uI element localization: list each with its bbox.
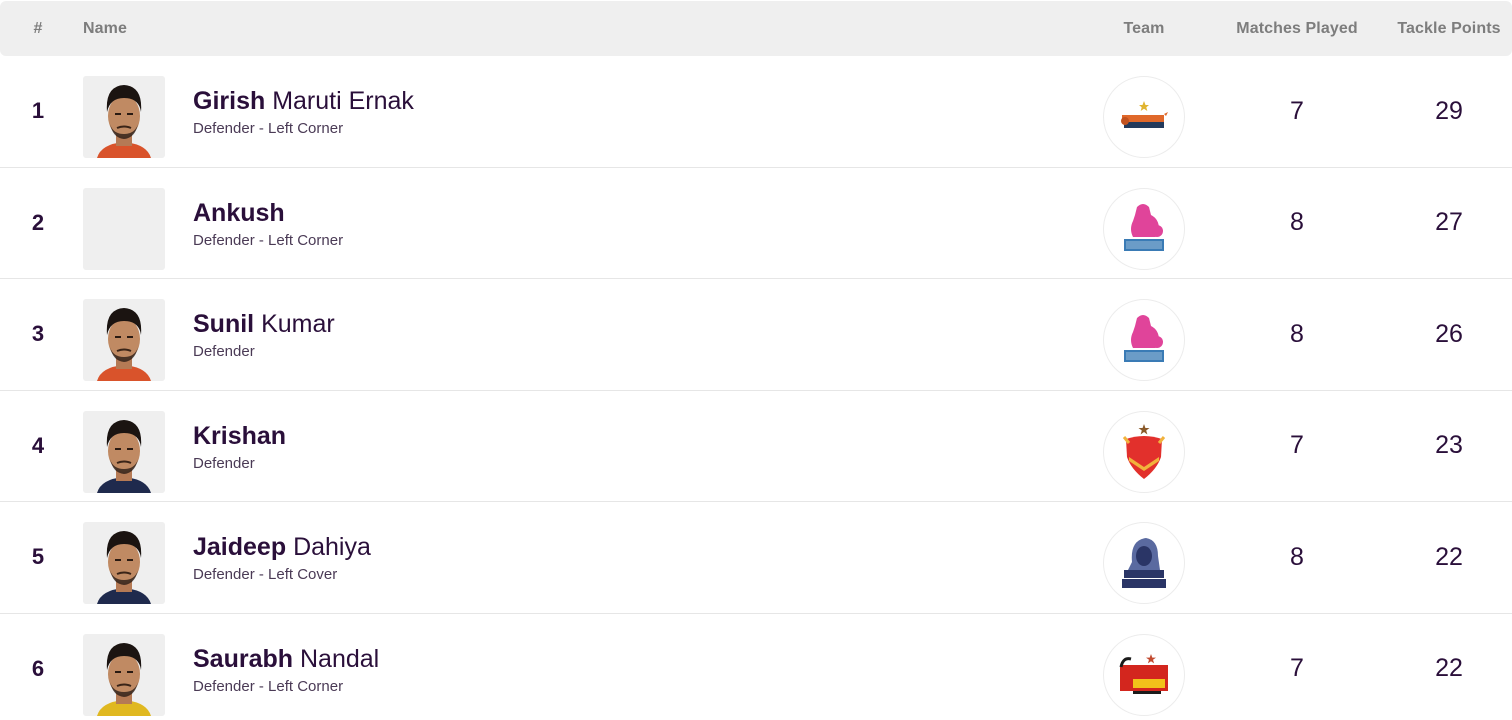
player-rank: 6 <box>31 655 45 681</box>
player-photo[interactable] <box>83 522 165 604</box>
team-logo[interactable] <box>1103 522 1185 604</box>
player-info: Saurabh Nandal Defender - Left Corner <box>193 644 379 695</box>
tackle-points-leaderboard: # Name Team Matches Played Tackle Points… <box>0 1 1512 720</box>
player-first-name: Girish <box>193 87 266 115</box>
player-last-name: Maruti Ernak <box>272 87 414 115</box>
player-avatar-icon <box>97 85 151 158</box>
tackle-points-value: 29 <box>1435 96 1463 125</box>
player-avatar-icon <box>97 642 151 716</box>
jaipur-pink-panthers-icon <box>1124 315 1164 362</box>
player-photo[interactable] <box>83 76 165 158</box>
player-info: Ankush Defender - Left Corner <box>193 198 343 249</box>
player-first-name: Sunil <box>193 310 255 338</box>
player-photo[interactable] <box>83 187 165 270</box>
player-name[interactable]: Sunil Kumar <box>193 309 335 339</box>
team-logo[interactable] <box>1103 299 1185 381</box>
matches-played-value: 7 <box>1290 431 1304 460</box>
tackle-points-value: 22 <box>1435 542 1463 571</box>
table-row[interactable]: 1 Girish Maruti Ernak Defender - Left Co… <box>0 56 1512 168</box>
player-last-name: Kumar <box>261 310 335 338</box>
header-name[interactable]: Name <box>83 1 127 56</box>
player-last-name: Dahiya <box>293 533 371 561</box>
table-header: # Name Team Matches Played Tackle Points <box>0 1 1512 56</box>
table-row[interactable]: 3 Sunil Kumar Defender 8 26 <box>0 279 1512 391</box>
player-rank: 3 <box>31 321 45 347</box>
player-rank: 4 <box>31 432 45 458</box>
team-logo[interactable] <box>1103 633 1185 716</box>
header-rank[interactable]: # <box>30 1 46 56</box>
player-avatar-icon <box>97 308 151 381</box>
player-photo[interactable] <box>83 633 165 716</box>
player-rank: 2 <box>31 209 45 235</box>
tackle-points-value: 26 <box>1435 319 1463 348</box>
jaipur-pink-panthers-icon <box>1124 203 1164 251</box>
team-logo[interactable] <box>1103 410 1185 493</box>
table-row[interactable]: 4 Krishan Defender 7 23 <box>0 391 1512 502</box>
player-first-name: Jaideep <box>193 533 287 561</box>
matches-played-value: 8 <box>1290 319 1304 348</box>
table-body: 1 Girish Maruti Ernak Defender - Left Co… <box>0 56 1512 720</box>
matches-played-value: 8 <box>1290 208 1304 237</box>
player-name[interactable]: Jaideep Dahiya <box>193 532 371 562</box>
player-info: Krishan Defender <box>193 421 286 472</box>
table-row[interactable]: 2 Ankush Defender - Left Corner 8 27 <box>0 168 1512 279</box>
player-photo[interactable] <box>83 410 165 493</box>
team-logo[interactable] <box>1103 187 1185 270</box>
haryana-steelers-icon <box>1122 538 1166 588</box>
table-row[interactable]: 6 Saurabh Nandal Defender - Left Corner … <box>0 614 1512 720</box>
player-info: Jaideep Dahiya Defender - Left Cover <box>193 532 371 583</box>
player-rank: 5 <box>31 544 45 570</box>
dabang-delhi-icon <box>1122 423 1166 479</box>
player-avatar-icon <box>97 419 151 493</box>
player-last-name: Nandal <box>299 644 380 673</box>
player-info: Sunil Kumar Defender <box>193 309 335 360</box>
matches-played-value: 7 <box>1290 654 1304 683</box>
player-position: Defender - Left Corner <box>193 231 344 249</box>
bengaluru-bulls-icon <box>1119 653 1168 694</box>
bengal-warriors-icon <box>1121 101 1168 128</box>
player-photo[interactable] <box>83 299 165 381</box>
tackle-points-value: 27 <box>1435 208 1463 237</box>
matches-played-value: 7 <box>1290 96 1304 125</box>
player-first-name: Saurabh <box>193 644 294 673</box>
player-first-name: Ankush <box>193 198 285 227</box>
player-name[interactable]: Ankush <box>193 198 343 228</box>
header-matches-played[interactable]: Matches Played <box>1228 1 1366 56</box>
tackle-points-value: 22 <box>1435 654 1463 683</box>
player-avatar-icon <box>97 531 151 604</box>
player-first-name: Krishan <box>193 421 287 450</box>
player-position: Defender - Left Cover <box>193 566 338 583</box>
team-logo[interactable] <box>1103 76 1185 158</box>
player-position: Defender - Left Corner <box>193 120 344 137</box>
player-name[interactable]: Krishan <box>193 421 286 451</box>
matches-played-value: 8 <box>1290 542 1304 571</box>
player-position: Defender <box>193 343 255 360</box>
player-name[interactable]: Saurabh Nandal <box>193 644 379 674</box>
tackle-points-value: 23 <box>1435 431 1463 460</box>
player-info: Girish Maruti Ernak Defender - Left Corn… <box>193 86 414 137</box>
player-rank: 1 <box>31 98 45 124</box>
player-position: Defender - Left Corner <box>193 677 344 695</box>
player-name[interactable]: Girish Maruti Ernak <box>193 86 414 116</box>
header-team[interactable]: Team <box>1100 1 1188 56</box>
header-tackle-points[interactable]: Tackle Points <box>1390 1 1508 56</box>
player-position: Defender <box>193 454 255 472</box>
table-row[interactable]: 5 Jaideep Dahiya Defender - Left Cover 8… <box>0 502 1512 614</box>
